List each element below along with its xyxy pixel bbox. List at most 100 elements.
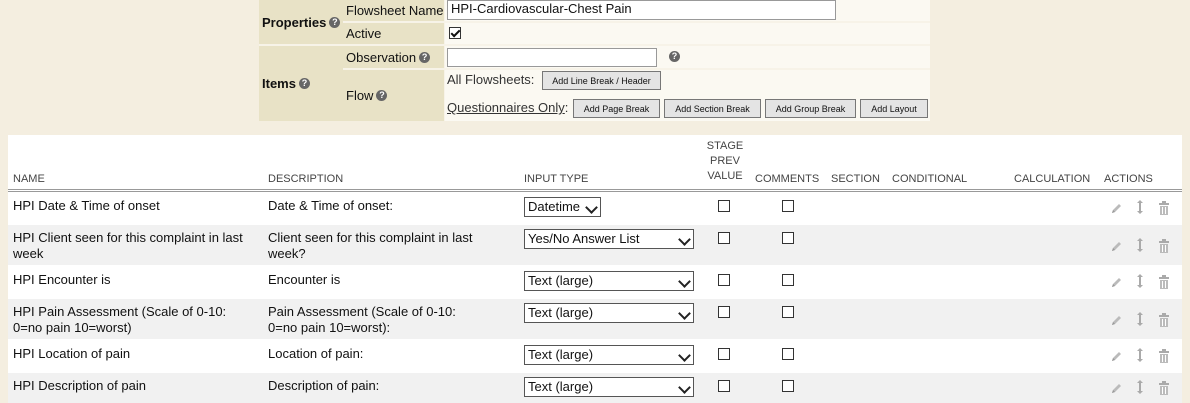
- add-section-break-button[interactable]: Add Section Break: [664, 99, 761, 118]
- add-page-break-button[interactable]: Add Page Break: [573, 99, 660, 118]
- pencil-icon[interactable]: [1110, 275, 1122, 289]
- stage-prev-value-checkbox[interactable]: [718, 200, 730, 212]
- trash-icon[interactable]: [1158, 239, 1170, 253]
- observation-label: Observation: [346, 49, 417, 65]
- comments-checkbox[interactable]: [782, 232, 794, 244]
- item-description: Encounter is: [268, 272, 341, 287]
- add-line-break-header-button[interactable]: Add Line Break / Header: [542, 71, 661, 90]
- comments-checkbox[interactable]: [782, 200, 794, 212]
- add-group-break-button[interactable]: Add Group Break: [765, 99, 856, 118]
- flow-label: Flow: [346, 88, 374, 103]
- move-vertical-icon[interactable]: [1134, 380, 1146, 394]
- comments-checkbox[interactable]: [782, 306, 794, 318]
- questionnaires-only-text: Questionnaires Only:: [447, 100, 568, 115]
- header-input-type: INPUT TYPE: [524, 173, 589, 185]
- table-row: HPI Encounter is Encounter is Text (large): [8, 267, 1182, 297]
- stage-prev-value-checkbox[interactable]: [718, 348, 730, 360]
- flow-label-cell: Flow ?: [343, 70, 444, 121]
- input-type-select[interactable]: Yes/No Answer List: [524, 229, 694, 249]
- observation-input[interactable]: [447, 48, 657, 67]
- item-description: Client seen for this complaint in last w…: [268, 230, 473, 261]
- header-actions: ACTIONS: [1104, 173, 1153, 185]
- chevron-down-icon: [678, 233, 691, 246]
- help-icon[interactable]: ?: [376, 90, 388, 101]
- flowsheet-name-cell: HPI-Cardiovascular-Chest Pain: [445, 0, 930, 21]
- header-value: VALUE: [707, 170, 743, 182]
- move-vertical-icon[interactable]: [1134, 348, 1146, 362]
- help-icon[interactable]: ?: [669, 51, 680, 62]
- item-name: HPI Client seen for this complaint in la…: [13, 230, 243, 261]
- chevron-down-icon: [678, 275, 691, 288]
- trash-icon[interactable]: [1158, 349, 1170, 363]
- stage-prev-value-checkbox[interactable]: [718, 380, 730, 392]
- input-type-select[interactable]: Text (large): [524, 271, 694, 291]
- chevron-down-icon: [585, 201, 598, 214]
- chevron-down-icon: [678, 307, 691, 320]
- input-type-select[interactable]: Text (large): [524, 303, 694, 323]
- input-type-value: Datetime: [528, 199, 581, 214]
- move-vertical-icon[interactable]: [1134, 274, 1146, 288]
- help-icon[interactable]: ?: [419, 51, 431, 63]
- pencil-icon[interactable]: [1110, 239, 1122, 253]
- flowsheet-properties-panel: Properties ? Flowsheet Name HPI-Cardiova…: [259, 0, 930, 121]
- table-row: HPI Client seen for this complaint in la…: [8, 225, 1182, 265]
- header-prev: PREV: [710, 155, 740, 167]
- pencil-icon[interactable]: [1110, 201, 1122, 215]
- trash-icon[interactable]: [1158, 275, 1170, 289]
- chevron-down-icon: [678, 349, 691, 362]
- input-type-select[interactable]: Text (large): [524, 345, 694, 365]
- stage-prev-value-checkbox[interactable]: [718, 232, 730, 244]
- trash-icon[interactable]: [1158, 313, 1170, 327]
- observation-cell: ?: [445, 46, 930, 68]
- chevron-down-icon: [678, 381, 691, 394]
- move-vertical-icon[interactable]: [1134, 200, 1146, 214]
- item-description: Pain Assessment (Scale of 0-10: 0=no pai…: [268, 304, 456, 335]
- questionnaires-only-link[interactable]: Questionnaires Only: [447, 100, 565, 115]
- trash-icon[interactable]: [1158, 201, 1170, 215]
- comments-checkbox[interactable]: [782, 380, 794, 392]
- header-comments: COMMENTS: [755, 173, 820, 185]
- stage-prev-value-checkbox[interactable]: [718, 306, 730, 318]
- observation-label-cell: Observation ?: [343, 46, 444, 68]
- items-section-label: Items ?: [259, 46, 343, 121]
- header-conditional: CONDITIONAL: [892, 173, 968, 185]
- input-type-value: Text (large): [528, 379, 594, 394]
- add-layout-button[interactable]: Add Layout: [860, 99, 928, 118]
- header-name: NAME: [13, 173, 45, 185]
- active-cell: [445, 23, 930, 44]
- header-stage-prev-value: STAGE PREV VALUE: [705, 139, 745, 184]
- help-icon[interactable]: ?: [329, 16, 341, 28]
- comments-checkbox[interactable]: [782, 274, 794, 286]
- table-row: HPI Location of pain Location of pain: Tex…: [8, 341, 1182, 371]
- item-description: Date & Time of onset:: [268, 198, 394, 213]
- questionnaires-colon: :: [564, 100, 569, 115]
- input-type-select[interactable]: Text (large): [524, 377, 694, 397]
- table-row: HPI Pain Assessment (Scale of 0-10: 0=no…: [8, 299, 1182, 339]
- active-checkbox[interactable]: [449, 27, 461, 39]
- item-name: HPI Encounter is: [13, 272, 111, 287]
- comments-checkbox[interactable]: [782, 348, 794, 360]
- item-name: HPI Pain Assessment (Scale of 0-10: 0=no…: [13, 304, 227, 335]
- move-vertical-icon[interactable]: [1134, 312, 1146, 326]
- flowsheet-items-table: NAME DESCRIPTION INPUT TYPE STAGE PREV V…: [8, 135, 1182, 403]
- input-type-value: Text (large): [528, 273, 594, 288]
- pencil-icon[interactable]: [1110, 349, 1122, 363]
- item-name: HPI Location of pain: [13, 346, 131, 361]
- header-divider: [8, 191, 1182, 192]
- flowsheet-name-label: Flowsheet Name: [343, 0, 444, 21]
- help-icon[interactable]: ?: [298, 78, 310, 89]
- item-description: Description of pain:: [268, 378, 380, 393]
- trash-icon[interactable]: [1158, 381, 1170, 395]
- item-name: HPI Description of pain: [13, 378, 146, 393]
- flowsheet-name-input[interactable]: HPI-Cardiovascular-Chest Pain: [447, 0, 836, 20]
- input-type-select[interactable]: Datetime: [524, 197, 601, 217]
- header-section: SECTION: [831, 173, 880, 185]
- header-divider: [8, 189, 1182, 190]
- input-type-value: Text (large): [528, 347, 594, 362]
- pencil-icon[interactable]: [1110, 313, 1122, 327]
- pencil-icon[interactable]: [1110, 381, 1122, 395]
- table-row: HPI Date & Time of onset Date & Time of o…: [8, 193, 1182, 223]
- items-label: Items: [262, 76, 296, 91]
- stage-prev-value-checkbox[interactable]: [718, 274, 730, 286]
- move-vertical-icon[interactable]: [1134, 238, 1146, 252]
